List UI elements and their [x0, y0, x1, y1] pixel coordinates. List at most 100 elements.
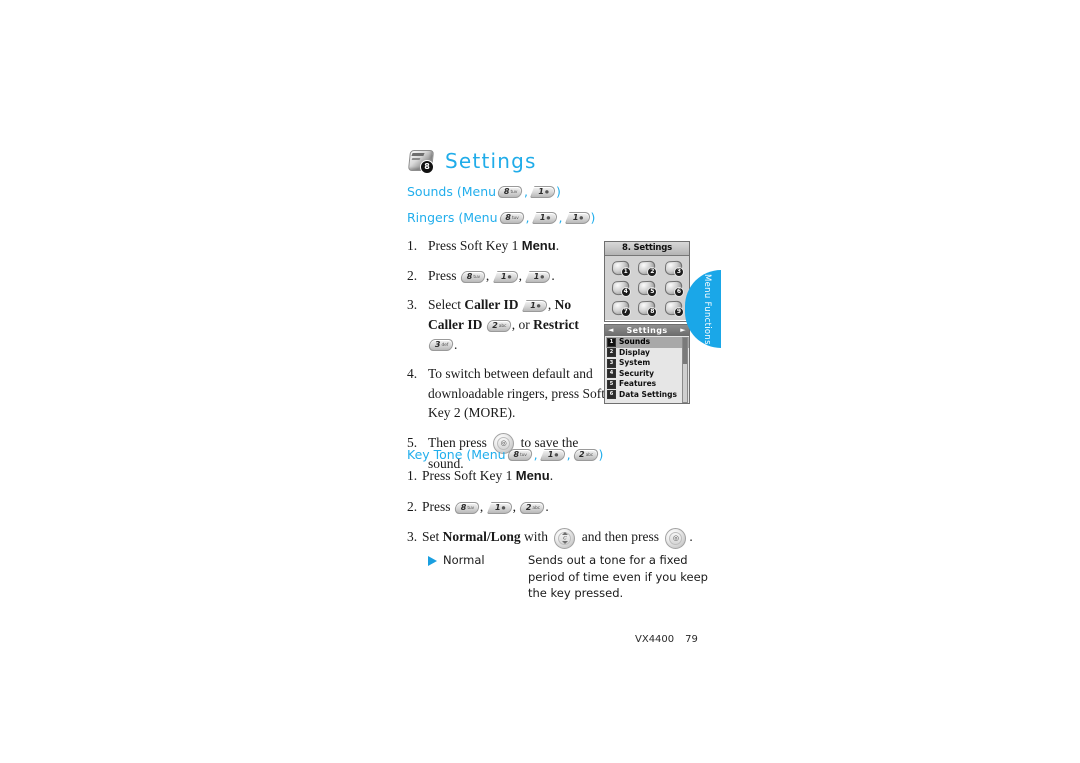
step-text-mid2: and then press	[578, 529, 663, 545]
key-1: 1●	[526, 271, 550, 283]
step-number: 1.	[407, 238, 418, 253]
right-arrow-icon: ►	[680, 326, 686, 334]
key-8: 8tuv	[506, 448, 533, 461]
phone-screen-grid-title: 8. Settings	[605, 242, 689, 256]
step-text-post: .	[551, 267, 555, 283]
item-label: System	[619, 358, 651, 367]
section-heading-ringers-label: Ringers (Menu	[407, 210, 498, 225]
step-text-pre: Press	[422, 498, 454, 514]
or-text: , or	[511, 316, 534, 332]
key-8: 8tuv	[459, 270, 486, 283]
key-1: 1●	[494, 271, 518, 283]
item-label: Display	[619, 347, 650, 357]
grid-icon-badge: 4	[620, 287, 631, 297]
step-text-pre: Set	[422, 529, 443, 545]
grid-icon-badge: 5	[647, 287, 658, 297]
step-text-lead: Select	[428, 297, 465, 313]
manual-page: 8 Settings Sounds (Menu 8tuv , 1● ) Ring…	[0, 0, 1080, 763]
step-bold: Menu	[521, 238, 556, 253]
comma: ,	[485, 267, 490, 283]
settings-camera-icon: 8	[407, 148, 436, 174]
item-number: 1	[607, 337, 616, 347]
list-item-data-settings[interactable]: 6 Data Settings	[606, 390, 689, 401]
option-normal-description: Sends out a tone for a fixed period of t…	[528, 553, 708, 601]
step-text: Press Soft Key 1 Menu.	[428, 236, 607, 256]
step-text-post: .	[689, 529, 693, 545]
step-text-post: .	[555, 238, 560, 253]
step-number: 3.	[407, 297, 418, 313]
list-item-security[interactable]: 4 Security	[606, 369, 689, 380]
key-1: 1●	[541, 449, 565, 461]
key-8: 8tuv	[496, 185, 524, 198]
paren-close: )	[590, 210, 596, 225]
key-8: 8tuv	[498, 211, 525, 224]
step-item: 3. Set Normal/Long with c and then press…	[407, 527, 737, 549]
step-number: 1.	[407, 468, 418, 483]
item-label: Sounds	[619, 337, 651, 346]
section-heading-keytone: Key Tone (Menu 8tuv , 1● , 2abc )	[407, 447, 603, 462]
step-item: 4. To switch between default and downloa…	[407, 364, 607, 423]
step-text-pre: Press Soft Key 1	[422, 468, 516, 483]
side-tab-label: Menu Functions	[702, 273, 712, 345]
step-bold-normal-long: Normal/Long	[442, 529, 521, 545]
page-title-row: 8 Settings	[407, 148, 537, 174]
phone-screen-menu-list: 1 Sounds 2 Display 3 System 4 Security 5 Feat…	[605, 336, 689, 400]
key-2: 2abc	[485, 319, 512, 332]
list-item-features[interactable]: 5 Features	[606, 379, 689, 390]
list-item-system[interactable]: 3 System	[606, 358, 689, 369]
step-bold: Menu	[515, 468, 550, 483]
item-number: 3	[607, 358, 616, 368]
side-tab-menu-functions: Menu Functions	[685, 270, 721, 348]
step-number: 4.	[407, 366, 418, 382]
key-1: 1●	[533, 212, 557, 224]
key-2: 2abc	[519, 501, 546, 514]
triangle-bullet-icon	[428, 556, 437, 566]
step-text-pre: Press	[428, 267, 460, 283]
comma: ,	[518, 267, 523, 283]
phone-screen-list-title: Settings	[626, 326, 668, 335]
step-item: 1. Press Soft Key 1 Menu.	[407, 236, 607, 256]
list-item-display[interactable]: 2 Display	[606, 348, 689, 359]
step-bold-restrict: Restrict	[533, 316, 579, 332]
list-item-sounds[interactable]: 1 Sounds	[606, 337, 689, 348]
step-item: 1. Press Soft Key 1 Menu.	[407, 466, 737, 486]
key-1: 1●	[566, 212, 590, 224]
step-text: Set Normal/Long with c and then press ◎.	[422, 527, 737, 549]
navigation-key-icon: c	[554, 527, 576, 549]
step-text-pre: Press Soft Key 1	[428, 238, 522, 253]
comma: ,	[533, 447, 538, 462]
footer-model: VX4400	[635, 634, 675, 645]
step-text-post: .	[549, 468, 554, 483]
footer-page-number: 79	[685, 634, 698, 645]
section-heading-keytone-label: Key Tone (Menu	[407, 447, 506, 462]
step-item: 2. Press 8tuv, 1●, 2abc.	[407, 497, 737, 517]
phone-screen-icon-grid: 1 2 3 4 5 6 7 8 9	[605, 256, 689, 320]
step-text: Press 8tuv, 1●, 1●.	[428, 266, 607, 286]
key-1: 1●	[531, 186, 555, 198]
page-footer: VX4400 79	[635, 634, 698, 645]
step-text: Press 8tuv, 1●, 2abc.	[422, 497, 737, 517]
key-2: 2abc	[572, 448, 599, 461]
key-1: 1●	[523, 300, 547, 312]
grid-icon: 1	[607, 258, 634, 278]
grid-icon: 6	[660, 278, 687, 298]
settings-icon-badge: 8	[420, 160, 434, 174]
comma: ,	[479, 498, 484, 514]
item-number: 5	[607, 379, 616, 389]
phone-screen-settings-list: ◄ Settings ► 1 Sounds 2 Display 3 System 4S…	[604, 324, 690, 404]
paren-close: )	[556, 184, 561, 199]
item-label: Features	[619, 379, 657, 388]
step-text: To switch between default and downloadab…	[428, 366, 605, 421]
step-text: Press Soft Key 1 Menu.	[422, 466, 737, 486]
step-text-post: .	[545, 498, 549, 514]
grid-icon-badge: 6	[673, 287, 684, 297]
key-1: 1●	[488, 502, 512, 514]
grid-icon: 3	[660, 258, 687, 278]
grid-icon-badge: 3	[673, 267, 684, 277]
phone-screen-menu-grid: 8. Settings 1 2 3 4 5 6 7 8 9	[604, 241, 690, 322]
step-item: 3. Select Caller ID 1●, No Caller ID 2ab…	[407, 295, 607, 354]
step-number: 2.	[407, 267, 418, 283]
section-heading-sounds-label: Sounds (Menu	[407, 184, 497, 199]
item-number: 6	[607, 390, 616, 400]
phone-screen-scrollbar[interactable]	[682, 337, 688, 403]
